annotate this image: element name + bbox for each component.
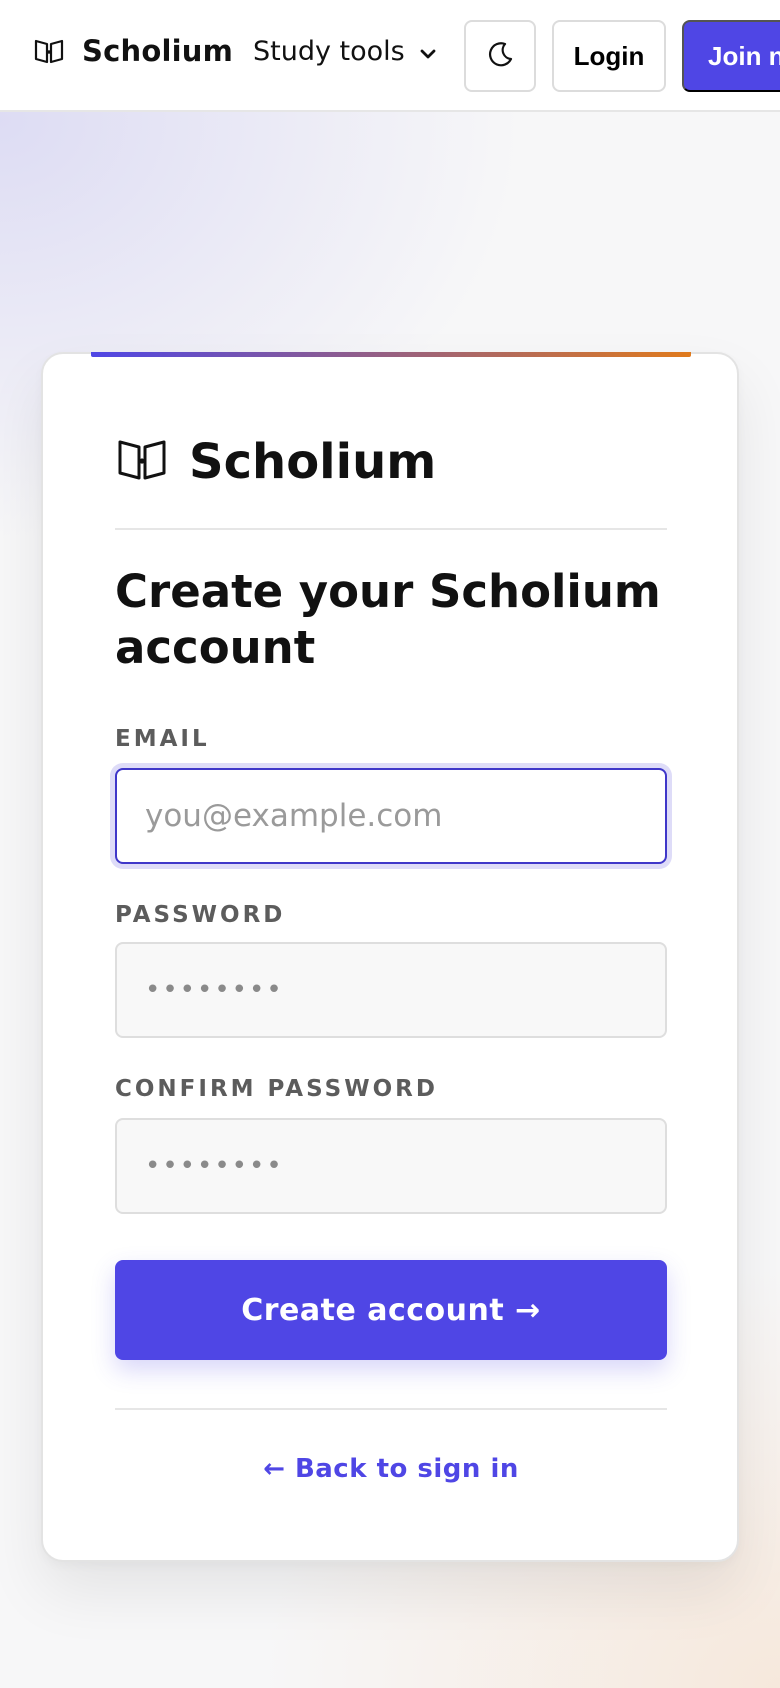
header-brand[interactable]: Scholium [34,34,233,68]
create-account-button[interactable]: Create account → [115,1260,667,1360]
card-brand-name: Scholium [189,434,437,490]
login-button[interactable]: Login [552,20,666,92]
email-label: EMAIL [115,726,210,752]
email-field[interactable] [115,768,667,864]
moon-icon [485,40,515,73]
confirm-password-field[interactable] [115,1118,667,1214]
theme-toggle-button[interactable] [464,20,536,92]
chevron-down-icon [419,36,437,67]
open-book-icon [117,438,167,486]
confirm-password-label: CONFIRM PASSWORD [115,1076,438,1102]
card-brand: Scholium [117,434,436,490]
study-tools-label: Study tools [253,36,405,67]
open-book-icon [34,38,64,64]
study-tools-menu[interactable]: Study tools [253,36,437,67]
top-navigation-bar: Scholium Study tools Login Join n [0,0,780,112]
brand-name: Scholium [82,34,233,68]
brand-divider [115,528,667,530]
password-field[interactable] [115,942,667,1038]
page-title: Create your Scholium account [115,565,661,674]
footer-divider [115,1408,667,1410]
card-accent-bar [91,352,691,357]
password-label: PASSWORD [115,902,286,928]
signup-card: Scholium Create your Scholium account EM… [41,352,739,1562]
join-button[interactable]: Join n [682,20,780,92]
back-to-sign-in-link[interactable]: ← Back to sign in [115,1454,667,1484]
